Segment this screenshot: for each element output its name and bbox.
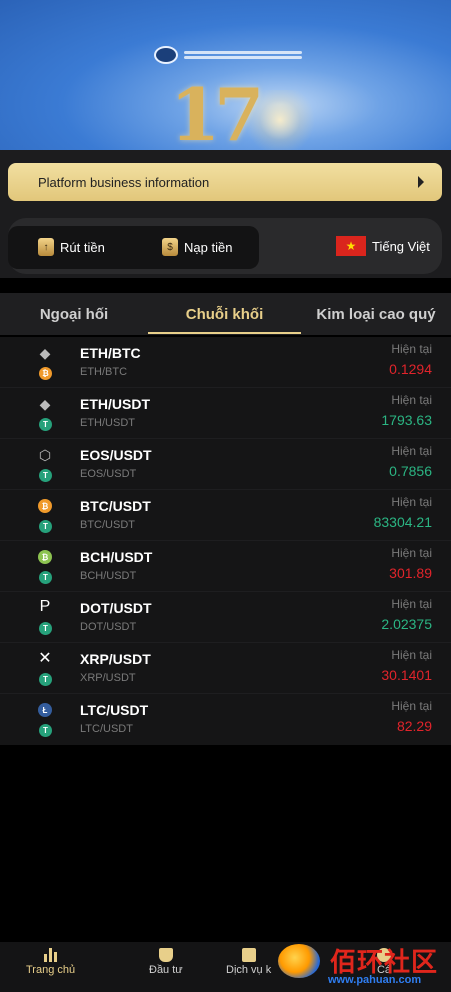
bitcoin-cash-icon: ₿ — [38, 550, 52, 564]
pair-subtitle: BTC/USDT — [80, 519, 135, 531]
xrp-icon: ✕ — [38, 650, 52, 667]
watermark-url: www.pahuan.com — [328, 974, 422, 986]
market-row[interactable]: ₿ T BTC/USDT BTC/USDT Hiện tại 83304.21 — [0, 490, 451, 541]
pair-name: EOS/USDT — [80, 447, 152, 463]
current-label: Hiện tại — [391, 342, 432, 356]
price-value: 0.1294 — [389, 361, 432, 377]
chevron-right-icon — [418, 176, 424, 188]
watermark-logo-icon — [278, 944, 320, 978]
market-row[interactable]: Ł T LTC/USDT LTC/USDT Hiện tại 82.29 — [0, 694, 451, 745]
market-list: ◆ ₿ ETH/BTC ETH/BTC Hiện tại 0.1294 ◆ T … — [0, 337, 451, 745]
company-logo — [154, 46, 302, 64]
market-row[interactable]: ₿ T BCH/USDT BCH/USDT Hiện tại 301.89 — [0, 541, 451, 592]
tether-icon: T — [39, 724, 52, 737]
bitcoin-icon: ₿ — [39, 367, 52, 380]
market-row[interactable]: P T DOT/USDT DOT/USDT Hiện tại 2.02375 — [0, 592, 451, 643]
pair-name: DOT/USDT — [80, 600, 152, 616]
withdraw-label: Rút tiền — [60, 239, 105, 255]
current-label: Hiện tại — [391, 495, 432, 509]
site-watermark: 佰环社区 www.pahuan.com — [272, 940, 448, 988]
pair-subtitle: LTC/USDT — [80, 723, 133, 735]
market-row[interactable]: ◆ T ETH/USDT ETH/USDT Hiện tại 1793.63 — [0, 388, 451, 439]
nav-invest-label: Đầu tư — [149, 964, 183, 976]
vietnam-flag-icon: ★ — [336, 236, 366, 256]
ethereum-icon: ◆ — [39, 395, 51, 412]
polkadot-icon: P — [39, 598, 51, 615]
tab-blockchain[interactable]: Chuỗi khối — [148, 293, 301, 335]
active-tab-indicator — [148, 332, 301, 334]
platform-info-button[interactable]: Platform business information — [8, 163, 442, 201]
price-value: 0.7856 — [389, 463, 432, 479]
market-row[interactable]: ✕ T XRP/USDT XRP/USDT Hiện tại 30.1401 — [0, 643, 451, 694]
deposit-label: Nạp tiền — [184, 239, 233, 255]
current-label: Hiện tại — [391, 597, 432, 611]
pair-subtitle: ETH/USDT — [80, 417, 135, 429]
anniversary-number-graphic: 17 — [170, 72, 264, 150]
pair-name: ETH/USDT — [80, 396, 150, 412]
platform-info-label: Platform business information — [38, 174, 210, 190]
pair-name: BTC/USDT — [80, 498, 151, 514]
language-label: Tiếng Việt — [372, 238, 430, 254]
price-value: 83304.21 — [373, 514, 432, 530]
price-value: 301.89 — [389, 565, 432, 581]
litecoin-icon: Ł — [38, 703, 52, 717]
pair-subtitle: EOS/USDT — [80, 468, 137, 480]
tab-precious-metals[interactable]: Kim loại cao quý — [301, 293, 451, 335]
price-value: 2.02375 — [381, 616, 432, 632]
tab-forex[interactable]: Ngoại hối — [0, 293, 148, 335]
market-row[interactable]: ⬡ T EOS/USDT EOS/USDT Hiện tại 0.7856 — [0, 439, 451, 490]
nav-invest[interactable]: Đầu tư — [149, 946, 183, 976]
tether-icon: T — [39, 520, 52, 533]
pair-name: LTC/USDT — [80, 702, 149, 718]
service-icon — [241, 946, 257, 962]
hero-banner[interactable]: 17 — [0, 0, 451, 150]
current-label: Hiện tại — [391, 546, 432, 560]
deposit-icon: $ — [162, 238, 178, 256]
app-screen: 17 Platform business information ↑ Rút t… — [0, 0, 451, 992]
deposit-button[interactable]: $ Nạp tiền — [162, 238, 232, 256]
nav-service-label: Dịch vụ k — [226, 964, 272, 976]
price-value: 30.1401 — [381, 667, 432, 683]
bar-chart-icon — [43, 946, 59, 962]
pair-subtitle: XRP/USDT — [80, 672, 136, 684]
current-label: Hiện tại — [391, 393, 432, 407]
price-value: 1793.63 — [381, 412, 432, 428]
pair-name: BCH/USDT — [80, 549, 153, 565]
trophy-icon — [158, 946, 174, 962]
language-selector[interactable]: ★ Tiếng Việt — [336, 236, 430, 256]
current-label: Hiện tại — [391, 444, 432, 458]
tether-icon: T — [39, 622, 52, 635]
pair-subtitle: BCH/USDT — [80, 570, 137, 582]
bitcoin-icon: ₿ — [38, 499, 52, 513]
nav-home-label: Trang chủ — [26, 964, 76, 976]
market-tabs: Ngoại hối Chuỗi khối Kim loại cao quý — [0, 293, 451, 335]
market-row[interactable]: ◆ ₿ ETH/BTC ETH/BTC Hiện tại 0.1294 — [0, 337, 451, 388]
price-value: 82.29 — [396, 718, 432, 734]
withdraw-icon: ↑ — [38, 238, 54, 256]
tether-icon: T — [39, 571, 52, 584]
withdraw-button[interactable]: ↑ Rút tiền — [38, 238, 105, 256]
ethereum-icon: ◆ — [39, 344, 51, 361]
pair-name: XRP/USDT — [80, 651, 151, 667]
nav-home[interactable]: Trang chủ — [26, 946, 75, 976]
pair-subtitle: DOT/USDT — [80, 621, 137, 633]
nav-service[interactable]: Dịch vụ k — [226, 946, 271, 976]
tether-icon: T — [39, 469, 52, 482]
tether-icon: T — [39, 418, 52, 431]
pair-subtitle: ETH/BTC — [80, 366, 128, 378]
tether-icon: T — [39, 673, 52, 686]
current-label: Hiện tại — [391, 699, 432, 713]
pair-name: ETH/BTC — [80, 345, 141, 361]
current-label: Hiện tại — [391, 648, 432, 662]
eos-icon: ⬡ — [38, 446, 52, 463]
logo-mark-icon — [154, 46, 178, 64]
